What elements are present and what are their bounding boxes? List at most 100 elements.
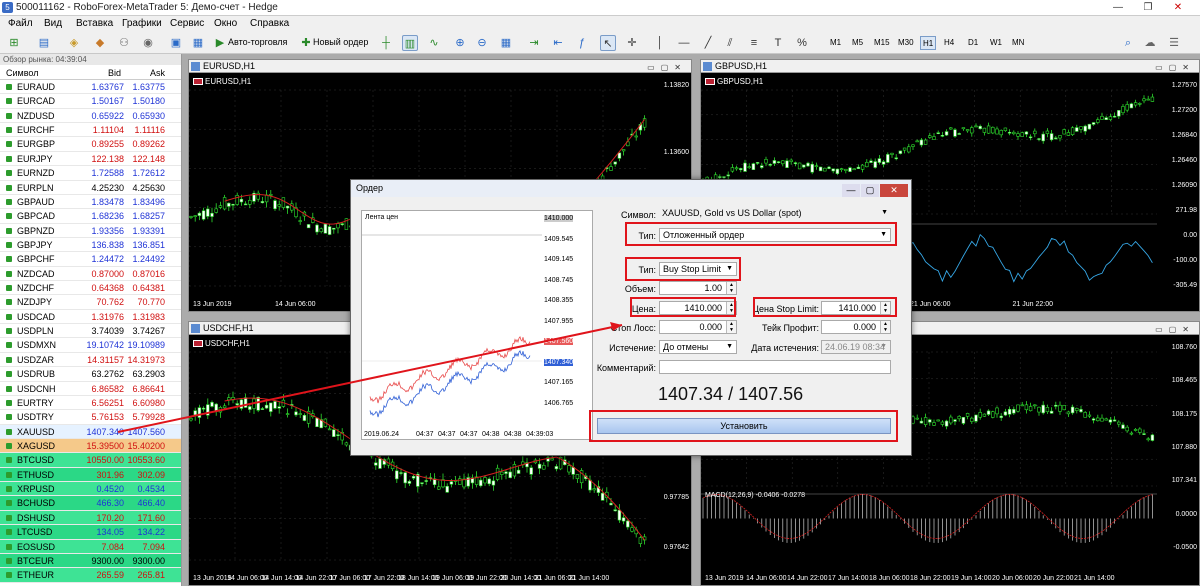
tf-m15[interactable]: M15 [872, 36, 892, 50]
market-row[interactable]: USDPLN 3.74039 3.74267 [0, 324, 181, 339]
market-row[interactable]: XAGUSD 15.39500 15.40200 [0, 438, 181, 454]
zoom-out-icon[interactable]: ⊖ [474, 35, 490, 51]
tf-w1[interactable]: W1 [988, 36, 1004, 50]
takeprofit-input[interactable]: 0.000 ▲ ▼ [821, 320, 891, 334]
market-row[interactable]: EURGBP 0.89255 0.89262 [0, 137, 181, 152]
metaeditor-icon[interactable]: ▦ [190, 35, 206, 51]
volume-input[interactable]: 1.00 ▲ ▼ [659, 281, 737, 295]
market-row[interactable]: XRPUSD 0.4520 0.4534 [0, 482, 181, 497]
market-row[interactable]: GBPJPY 136.838 136.851 [0, 238, 181, 253]
neworder-button[interactable]: Новый ордер [313, 37, 368, 47]
market-row[interactable]: EURCHF 1.11104 1.11116 [0, 123, 181, 138]
minimize-button[interactable]: — [1104, 0, 1132, 15]
profiles-icon[interactable]: ▤ [36, 35, 52, 51]
expiration-select[interactable]: До отмены ▼ [659, 340, 737, 354]
account-icon[interactable]: ☰ [1166, 35, 1182, 51]
market-row[interactable]: NZDCHF 0.64368 0.64381 [0, 281, 181, 296]
chat-icon[interactable]: ☁ [1142, 35, 1158, 51]
market-row[interactable]: ETHUSD 301.96 302.09 [0, 467, 181, 483]
dialog-title[interactable]: Ордер — ▢ ✕ [351, 180, 911, 197]
menu-insert[interactable]: Вставка [76, 18, 113, 29]
maximize-button[interactable]: ❐ [1134, 0, 1162, 15]
chart-titlebar[interactable]: EURUSD,H1 ▭▢✕ [189, 60, 691, 73]
tile-windows-icon[interactable]: ▦ [498, 35, 514, 51]
market-row[interactable]: EURPLN 4.25230 4.25630 [0, 181, 181, 195]
tf-m5[interactable]: M5 [850, 36, 865, 50]
market-row[interactable]: GBPAUD 1.83478 1.83496 [0, 195, 181, 210]
col-symbol[interactable]: Символ [6, 68, 38, 78]
col-ask[interactable]: Ask [150, 68, 165, 78]
col-bid[interactable]: Bid [108, 68, 121, 78]
trendline-icon[interactable]: ╱ [700, 35, 716, 51]
menu-help[interactable]: Справка [250, 18, 289, 29]
market-row[interactable]: BTCUSD 10550.00 10553.60 [0, 453, 181, 468]
takeprofit-spinner[interactable]: ▲ ▼ [880, 321, 890, 333]
market-row[interactable]: EURTRY 6.56251 6.60980 [0, 396, 181, 411]
menu-charts[interactable]: Графики [122, 18, 162, 29]
market-row[interactable]: USDMXN 19.10742 19.10989 [0, 338, 181, 353]
market-row[interactable]: GBPCHF 1.24472 1.24492 [0, 252, 181, 267]
tf-d1[interactable]: D1 [966, 36, 980, 50]
cursor-icon[interactable]: ↖ [600, 35, 616, 51]
window-controls[interactable]: ▭▢✕ [1155, 61, 1195, 74]
volume-spinner[interactable]: ▲ ▼ [726, 282, 736, 294]
tf-h1[interactable]: H1 [920, 36, 937, 50]
vertical-line-icon[interactable]: │ [652, 35, 668, 51]
channel-icon[interactable]: ⫽ [722, 35, 738, 51]
window-controls[interactable]: ▭▢✕ [1155, 323, 1195, 336]
menu-window[interactable]: Окно [214, 18, 237, 29]
indicators-icon[interactable]: ƒ [574, 35, 590, 51]
crosshair-icon[interactable]: ✛ [624, 35, 640, 51]
neworder-icon[interactable]: ✚ [298, 35, 314, 51]
tf-mn[interactable]: MN [1010, 36, 1026, 50]
market-row[interactable]: DSHUSD 170.20 171.60 [0, 510, 181, 526]
market-row[interactable]: EURJPY 122.138 122.148 [0, 152, 181, 167]
autotrade-button[interactable]: Авто-торговля [228, 37, 287, 47]
market-row[interactable]: ETHEUR 265.59 265.81 [0, 568, 181, 583]
market-row[interactable]: USDRUB 63.2762 63.2903 [0, 367, 181, 382]
autoscroll-icon[interactable]: ⇥ [526, 35, 542, 51]
tf-m1[interactable]: M1 [828, 36, 843, 50]
horizontal-line-icon[interactable]: — [676, 35, 692, 51]
autotrade-icon[interactable]: ▶ [212, 35, 228, 51]
tf-h4[interactable]: H4 [942, 36, 956, 50]
chart-shift-icon[interactable]: ⇤ [550, 35, 566, 51]
bar-chart-icon[interactable]: ┼ [378, 35, 394, 51]
chart-titlebar[interactable]: GBPUSD,H1 ▭▢✕ [701, 60, 1199, 73]
window-controls[interactable]: ▭▢✕ [647, 61, 687, 74]
fibo-icon[interactable]: ≡ [746, 35, 762, 51]
search-icon[interactable]: ⌕ [1120, 35, 1136, 51]
market-row[interactable]: LTCUSD 134.05 134.22 [0, 525, 181, 540]
candle-chart-icon[interactable]: ▥ [402, 35, 418, 51]
market-row[interactable]: USDCNH 6.86582 6.86641 [0, 382, 181, 396]
market-row[interactable]: GBPCAD 1.68236 1.68257 [0, 209, 181, 224]
market-row[interactable]: USDZAR 14.31157 14.31973 [0, 353, 181, 368]
market-row[interactable]: BCHUSD 466.30 466.40 [0, 496, 181, 511]
market-row[interactable]: EOSUSD 7.084 7.094 [0, 539, 181, 554]
shapes-icon[interactable]: % [794, 35, 810, 51]
market-row[interactable]: NZDJPY 70.762 70.770 [0, 295, 181, 310]
expdate-input[interactable]: 24.06.19 08:34 ▼ [821, 340, 891, 354]
signals-icon[interactable]: ◉ [140, 35, 156, 51]
text-icon[interactable]: T [770, 35, 786, 51]
strategy-tester-icon[interactable]: ▣ [168, 35, 184, 51]
market-row[interactable]: EURCAD 1.50167 1.50180 [0, 94, 181, 109]
market-row[interactable]: USDCAD 1.31976 1.31983 [0, 310, 181, 325]
navigator-icon[interactable]: ◆ [92, 35, 108, 51]
market-row[interactable]: NZDCAD 0.87000 0.87016 [0, 267, 181, 282]
symbol-select[interactable]: XAUUSD, Gold vs US Dollar (spot) ▼ [659, 207, 891, 221]
line-chart-icon[interactable]: ∿ [426, 35, 442, 51]
market-row[interactable]: USDTRY 5.76153 5.79928 [0, 410, 181, 425]
minimize-icon[interactable]: — [842, 184, 860, 197]
terminal-icon[interactable]: ⚇ [116, 35, 132, 51]
market-row[interactable]: GBPNZD 1.93356 1.93391 [0, 224, 181, 238]
menu-tools[interactable]: Сервис [170, 18, 204, 29]
market-row[interactable]: EURAUD 1.63767 1.63775 [0, 80, 181, 95]
stoploss-input[interactable]: 0.000 ▲ ▼ [659, 320, 737, 334]
market-row[interactable]: XAUUSD 1407.340 1407.560 [0, 424, 181, 439]
maximize-icon[interactable]: ▢ [861, 184, 879, 197]
tf-m30[interactable]: M30 [896, 36, 916, 50]
menu-view[interactable]: Вид [44, 18, 62, 29]
zoom-in-icon[interactable]: ⊕ [452, 35, 468, 51]
market-row[interactable]: NZDUSD 0.65922 0.65930 [0, 109, 181, 124]
